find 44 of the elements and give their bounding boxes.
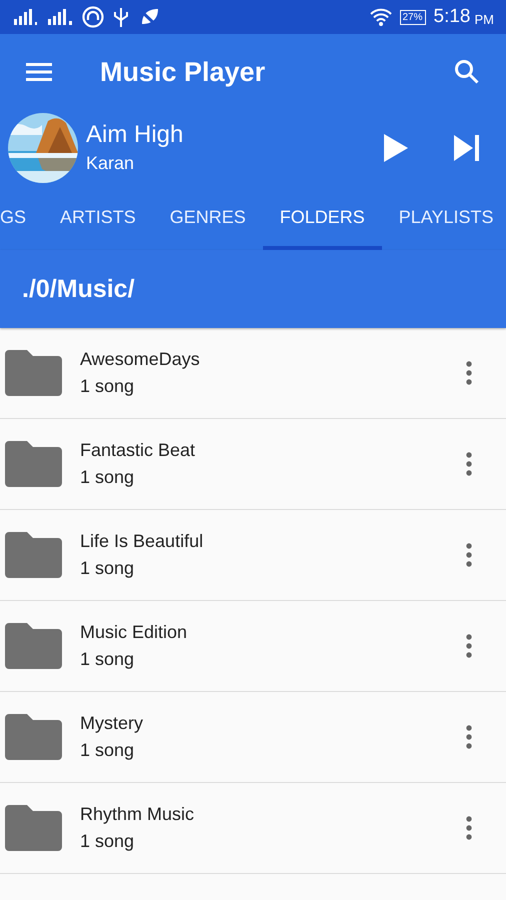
play-button[interactable] [384, 134, 408, 162]
signal-icon [48, 9, 74, 25]
tab[interactable]: GS [0, 185, 44, 250]
folder-name: AwesomeDays [80, 349, 201, 370]
more-options-button[interactable] [466, 452, 472, 476]
song-count: 1 song [80, 467, 136, 488]
battery-level: 27% [400, 10, 426, 24]
clock-meridiem: PM [474, 12, 494, 26]
folder-icon [5, 714, 62, 760]
folder-icon [5, 532, 62, 578]
song-count: 1 song [80, 740, 136, 761]
folder-name: Music Edition [80, 622, 188, 643]
folder-name: Mystery [80, 713, 144, 734]
folder-icon [5, 805, 62, 851]
folder-icon [5, 623, 62, 669]
more-options-button[interactable] [466, 725, 472, 749]
tab[interactable]: PLAYLISTS [382, 185, 506, 250]
wifi-icon [370, 8, 392, 26]
more-options-button[interactable] [466, 361, 472, 385]
search-button[interactable] [454, 59, 480, 85]
skip-next-button[interactable] [454, 134, 480, 160]
usb-icon [112, 6, 130, 28]
folder-name: Rhythm Music [80, 804, 196, 825]
artist-name: Karan [86, 153, 136, 174]
song-count: 1 song [80, 831, 136, 852]
more-options-button[interactable] [466, 543, 472, 567]
folder-name: Life Is Beautiful [80, 531, 204, 552]
more-options-button[interactable] [466, 634, 472, 658]
signal-icon [14, 9, 40, 25]
song-count: 1 song [80, 558, 136, 579]
headphones-icon [82, 6, 104, 28]
menu-button[interactable] [26, 62, 52, 82]
more-options-button[interactable] [466, 816, 472, 840]
folder-icon [5, 441, 62, 487]
clock-time: 5:18 [434, 6, 470, 28]
folder-name: Fantastic Beat [80, 440, 196, 461]
tab[interactable]: GENRES [152, 185, 263, 250]
tab[interactable]: ARTISTS [43, 185, 153, 250]
song-title: Aim High [86, 121, 184, 149]
folder-icon [5, 350, 62, 396]
song-count: 1 song [80, 376, 136, 397]
folder-path: ./0/Music/ [22, 274, 135, 304]
app-title: Music Player [100, 56, 266, 88]
song-count: 1 song [80, 649, 136, 670]
